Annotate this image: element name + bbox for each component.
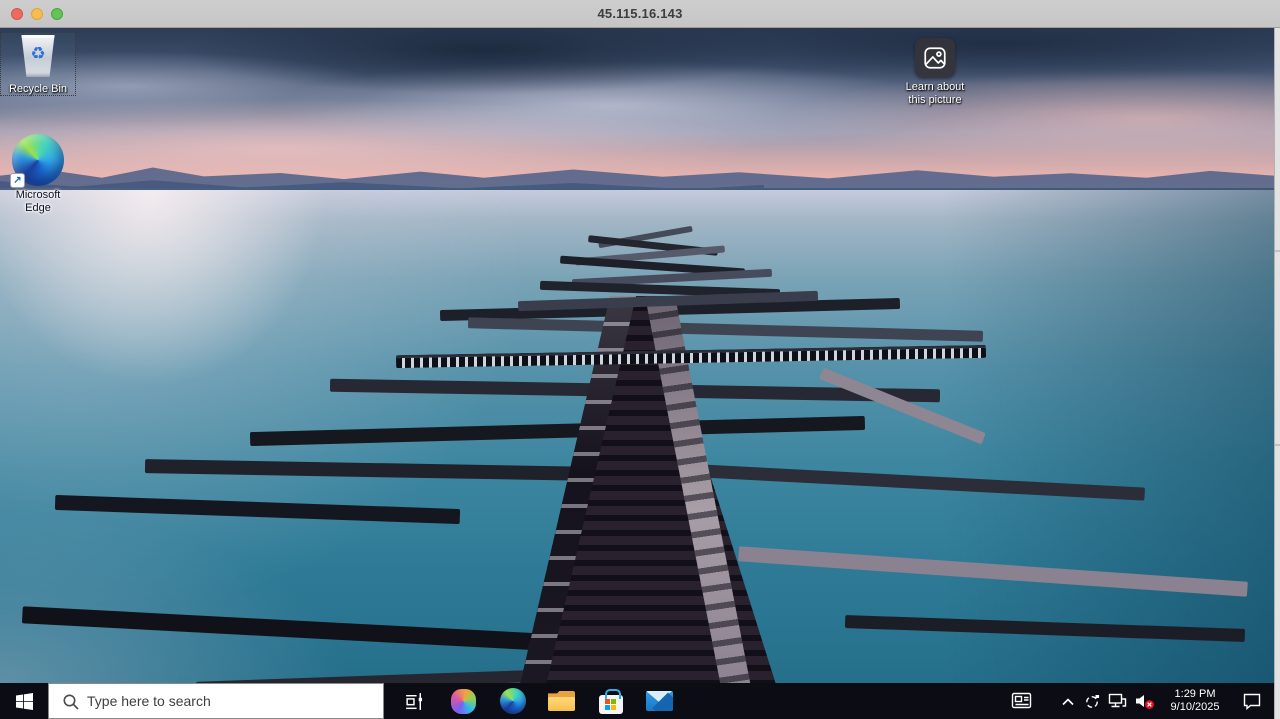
- file-explorer-icon: [548, 691, 575, 711]
- zoom-button[interactable]: [51, 8, 63, 20]
- tray-status-button[interactable]: [1080, 683, 1104, 719]
- taskbar-search[interactable]: [48, 683, 384, 719]
- network-button[interactable]: [1104, 683, 1130, 719]
- desktop-icon-recycle-bin[interactable]: ♻ Recycle Bin: [0, 32, 76, 96]
- desktop-icon-learn-about-picture[interactable]: Learn about this picture: [897, 38, 973, 107]
- volume-muted-icon: [1134, 692, 1156, 710]
- shortcut-arrow-icon: ↗: [10, 173, 25, 188]
- action-center-button[interactable]: [1230, 683, 1274, 719]
- picture-icon: [915, 38, 955, 78]
- wallpaper-sky: [0, 28, 1274, 190]
- right-scrollbar-track[interactable]: [1274, 28, 1280, 719]
- desktop-icon-label: Microsoft: [16, 189, 61, 202]
- mail-button[interactable]: [635, 683, 684, 719]
- microsoft-store-button[interactable]: [586, 683, 635, 719]
- news-and-interests-icon: [1011, 692, 1033, 710]
- mail-icon: [646, 691, 673, 711]
- task-view-icon: [404, 691, 425, 712]
- desktop-wallpaper: [0, 28, 1274, 683]
- clock-time: 1:29 PM: [1171, 688, 1220, 701]
- close-button[interactable]: [11, 8, 23, 20]
- desktop-icon-label: Learn about: [906, 81, 965, 94]
- chevron-up-icon: [1061, 697, 1075, 706]
- edge-icon: [500, 688, 526, 714]
- news-and-interests-button[interactable]: [1002, 683, 1042, 719]
- desktop-icon-label: this picture: [906, 94, 965, 107]
- clock-date: 9/10/2025: [1171, 701, 1220, 714]
- system-tray: 1:29 PM 9/10/2025: [1002, 683, 1274, 719]
- recycle-bin-icon: ♻: [14, 32, 62, 80]
- start-button[interactable]: [0, 683, 48, 719]
- recycle-symbol-icon: ♻: [20, 44, 56, 64]
- edge-button[interactable]: [488, 683, 537, 719]
- file-explorer-button[interactable]: [537, 683, 586, 719]
- taskbar-apps: [390, 683, 684, 719]
- copilot-icon: [451, 689, 476, 714]
- search-icon: [62, 693, 80, 711]
- minimize-button[interactable]: [31, 8, 43, 20]
- copilot-button[interactable]: [439, 683, 488, 719]
- desktop-icon-microsoft-edge[interactable]: ↗ Microsoft Edge: [0, 134, 76, 215]
- desktop-icon-label: Recycle Bin: [9, 83, 67, 96]
- taskbar-clock[interactable]: 1:29 PM 9/10/2025: [1160, 683, 1230, 719]
- network-ethernet-icon: [1108, 693, 1127, 709]
- task-view-button[interactable]: [390, 683, 439, 719]
- windows-logo-icon: [16, 693, 33, 710]
- desktop-icon-label: Edge: [16, 202, 61, 215]
- show-hidden-icons-button[interactable]: [1056, 683, 1080, 719]
- window-title: 45.115.16.143: [597, 6, 682, 21]
- volume-button[interactable]: [1130, 683, 1160, 719]
- tray-status-icon: [1084, 693, 1101, 710]
- edge-icon: ↗: [12, 134, 64, 186]
- microsoft-store-icon: [599, 695, 623, 714]
- search-input[interactable]: [49, 684, 383, 718]
- taskbar: 1:29 PM 9/10/2025: [0, 683, 1274, 719]
- action-center-icon: [1242, 692, 1262, 710]
- macos-titlebar: 45.115.16.143: [0, 0, 1280, 28]
